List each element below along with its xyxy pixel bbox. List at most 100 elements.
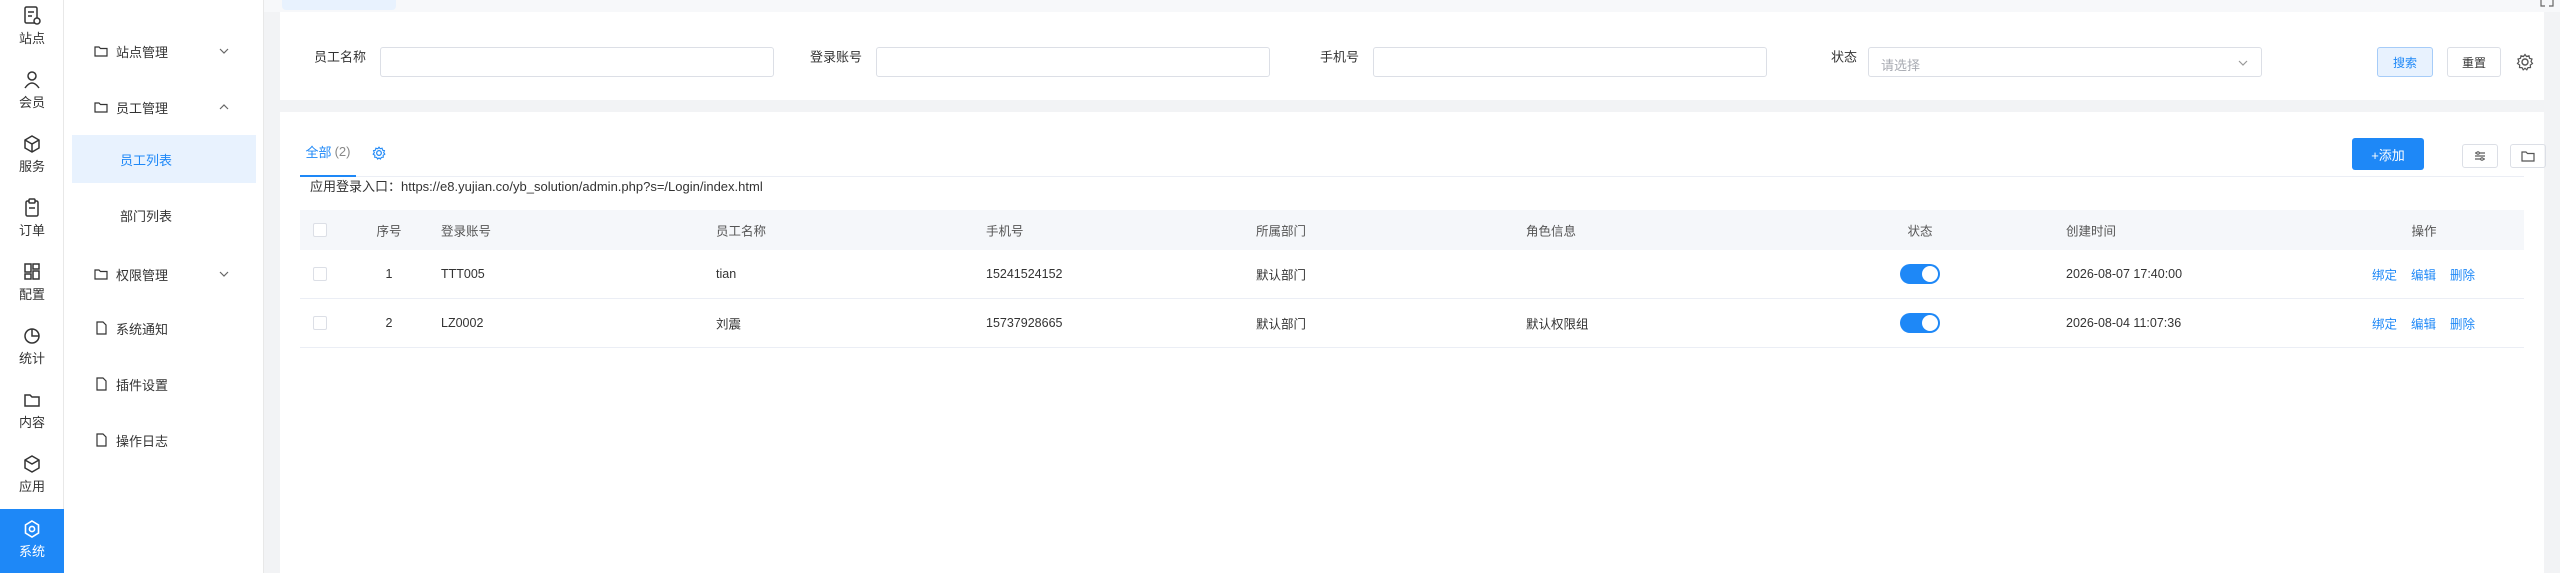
rail-label: 会员 [18,95,45,110]
edit-link[interactable]: 编辑 [2411,265,2436,284]
delete-link[interactable]: 删除 [2450,314,2475,333]
table-row: 2 LZ0002 刘震 15737928665 默认部门 默认权限组 2026-… [300,299,2524,348]
rail-label: 服务 [18,159,45,174]
fullscreen-icon[interactable] [2540,0,2554,8]
rail-item-service[interactable]: 服务 [0,124,64,188]
subnav-site-management[interactable]: 站点管理 [72,27,256,75]
row-checkbox[interactable] [313,316,327,330]
rail-item-stats[interactable]: 统计 [0,316,64,380]
file-icon [96,321,107,335]
user-icon [24,71,40,89]
row-account: TTT005 [441,267,485,281]
rail-label: 订单 [18,223,45,238]
col-created: 创建时间 [2066,224,2117,239]
row-checkbox[interactable] [313,267,327,281]
file-icon [96,377,107,391]
col-phone: 手机号 [986,224,1024,239]
subnav-staff-management[interactable]: 员工管理 [72,83,256,131]
pie-icon [24,328,40,344]
row-phone: 15241524152 [986,267,1063,281]
add-button[interactable]: +添加 [2352,138,2424,170]
row-no: 2 [385,316,393,330]
edit-link[interactable]: 编辑 [2411,314,2436,333]
reset-button[interactable]: 重置 [2447,47,2501,77]
row-name: 刘震 [716,317,742,332]
rail-label: 站点 [18,31,45,46]
sliders-icon [2475,151,2485,161]
tab-all-count: (2) [334,144,351,159]
system-icon [24,520,40,538]
grid-icon [24,263,40,280]
gear-icon[interactable] [372,146,386,160]
row-no: 1 [385,267,393,281]
phone-label: 手机号 [1320,49,1360,65]
subnav-label: 员工管理 [116,100,169,116]
phone-input[interactable] [1373,47,1767,77]
row-name: tian [716,267,737,281]
filter-button[interactable] [2462,144,2498,168]
subnav-label: 部门列表 [120,208,173,224]
subnav-label: 权限管理 [116,267,169,283]
page-tab-strip [264,0,2560,12]
rail-label: 配置 [18,287,45,302]
search-button[interactable]: 搜索 [2377,47,2433,77]
row-department: 默认部门 [1256,317,1307,332]
row-created: 2026-08-04 11:07:36 [2066,316,2182,330]
tab-all[interactable]: 全部 (2) [300,128,356,177]
row-phone: 15737928665 [986,316,1063,330]
box-icon [24,455,40,473]
toggle-knob [1922,266,1938,282]
rail-item-system[interactable]: 系统 [0,509,64,573]
status-placeholder: 请选择 [1881,58,1921,73]
status-toggle[interactable] [1900,313,1940,333]
col-actions: 操作 [2411,224,2437,239]
tab-all-label: 全部 [305,145,332,160]
chevron-down-icon [219,48,229,54]
rail-item-config[interactable]: 配置 [0,252,64,316]
staff-name-label: 员工名称 [314,49,367,65]
active-page-tab[interactable] [282,0,396,10]
staff-name-input[interactable] [380,47,774,77]
export-button[interactable] [2510,144,2546,168]
subnav-label: 站点管理 [116,44,169,60]
search-panel: 员工名称 登录账号 手机号 状态 请选择 搜索 重置 [280,12,2544,100]
subnav-system-notice[interactable]: 系统通知 [72,304,256,352]
rail-item-app[interactable]: 应用 [0,444,64,508]
rail-item-content[interactable]: 内容 [0,380,64,444]
folder-icon [94,102,108,113]
rail-item-member[interactable]: 会员 [0,60,64,124]
subnav-permission-management[interactable]: 权限管理 [72,250,256,298]
delete-link[interactable]: 删除 [2450,265,2475,284]
subnav-operation-log[interactable]: 操作日志 [72,416,256,464]
col-department: 所属部门 [1256,224,1307,239]
subnav-plugin-settings[interactable]: 插件设置 [72,360,256,408]
rail-item-site[interactable]: 站点 [0,0,64,60]
subnav-label: 操作日志 [116,433,169,449]
folder-icon [94,269,108,280]
rail-item-order[interactable]: 订单 [0,188,64,252]
staff-list-card: 全部 (2) +添加 应用登录入口：https://e8.yujian.co/yb… [280,112,2546,573]
select-all-checkbox[interactable] [313,223,327,237]
gear-icon[interactable] [2516,53,2534,71]
login-account-label: 登录账号 [810,49,863,65]
rail-label: 应用 [18,479,45,494]
rail-label: 统计 [18,351,45,366]
row-department: 默认部门 [1256,268,1307,283]
subnav-label: 员工列表 [120,152,173,168]
bind-link[interactable]: 绑定 [2372,265,2397,284]
login-account-input[interactable] [876,47,1270,77]
cube-icon [24,135,40,153]
status-toggle[interactable] [1900,264,1940,284]
bind-link[interactable]: 绑定 [2372,314,2397,333]
chevron-up-icon [219,104,229,110]
rail-label: 系统 [18,544,45,559]
status-select[interactable]: 请选择 [1868,47,2262,77]
subnav-label: 插件设置 [116,377,169,393]
subnav-staff-list[interactable]: 员工列表 [72,135,256,183]
chevron-down-icon [2238,60,2248,66]
list-tabs: 全部 (2) +添加 [300,128,2546,177]
row-created: 2026-08-07 17:40:00 [2066,267,2183,281]
col-account: 登录账号 [441,224,492,239]
table-row: 1 TTT005 tian 15241524152 默认部门 2026-08-0… [300,250,2524,299]
subnav-department-list[interactable]: 部门列表 [72,191,256,239]
